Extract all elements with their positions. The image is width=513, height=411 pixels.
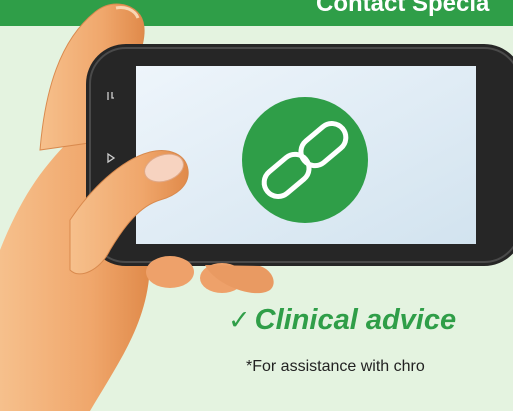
clinical-advice-heading: ✓ Clinical advice bbox=[228, 304, 456, 337]
finger-bottom-1 bbox=[146, 256, 194, 288]
hand-holding-phone-illustration bbox=[0, 3, 513, 411]
link-chain-icon bbox=[242, 97, 368, 223]
footnote-text: *For assistance with chro bbox=[246, 358, 425, 375]
checkmark-icon: ✓ bbox=[228, 305, 251, 336]
clinical-advice-label: Clinical advice bbox=[254, 304, 457, 336]
